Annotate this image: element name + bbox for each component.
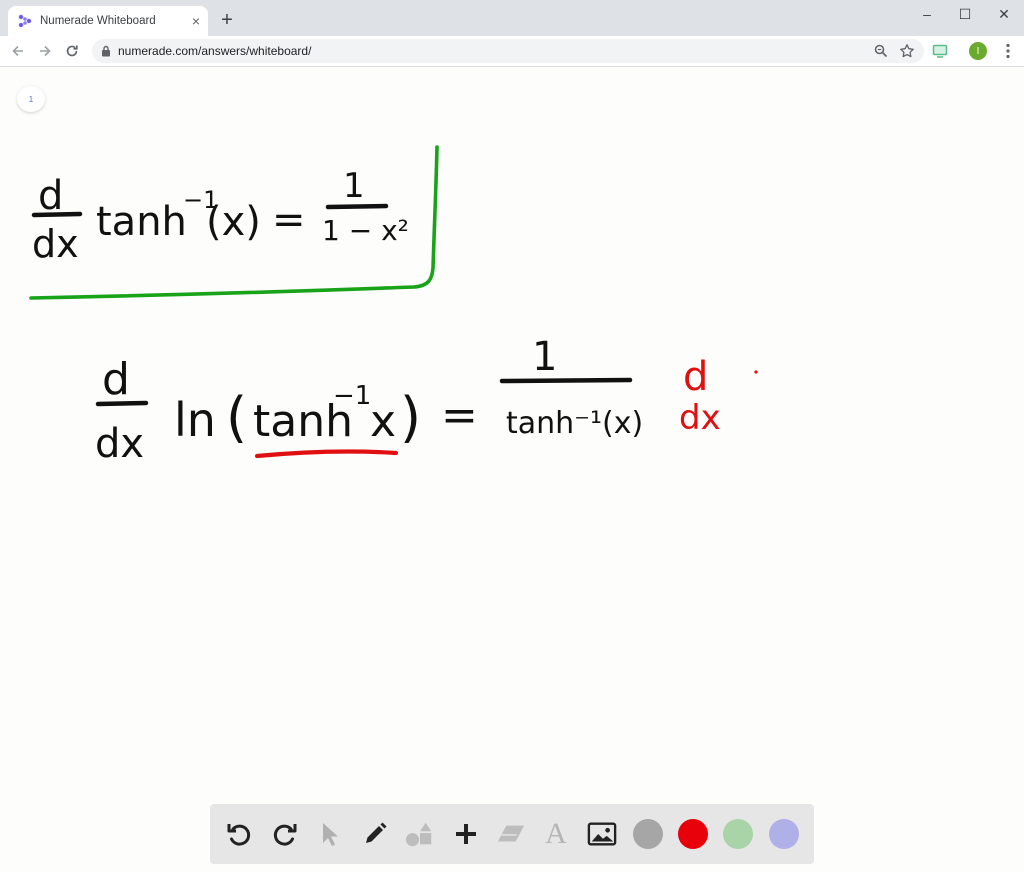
maximize-button[interactable]: ☐ <box>950 4 980 24</box>
boxed-function: tanh <box>96 199 187 245</box>
reload-button[interactable] <box>61 40 83 62</box>
shapes-tool[interactable] <box>405 819 435 849</box>
color-swatch-red[interactable] <box>678 819 708 849</box>
main-rhs-numerator: 1 <box>532 334 557 380</box>
boxed-formula: d dx tanh −1 (x) = 1 1 − x² <box>29 145 439 300</box>
minimize-button[interactable]: – <box>912 4 942 24</box>
boxed-deriv-fraction-bar <box>31 211 83 218</box>
browser-tab-bar: Numerade Whiteboard × + – ☐ ✕ <box>0 0 1024 36</box>
image-icon <box>587 822 617 846</box>
browser-menu-icon[interactable] <box>1000 42 1016 60</box>
pen-tool[interactable] <box>360 819 390 849</box>
url-text: numerade.com/answers/whiteboard/ <box>118 44 312 58</box>
eraser-icon <box>497 825 525 842</box>
numerade-favicon-icon <box>18 14 32 28</box>
browser-toolbar: numerade.com/answers/whiteboard/ I <box>0 36 1024 67</box>
close-window-button[interactable]: ✕ <box>989 4 1019 24</box>
main-ln: ln <box>174 393 216 447</box>
undo-button[interactable] <box>224 819 254 849</box>
red-deriv-numerator: d <box>683 354 708 400</box>
text-icon: A <box>545 817 567 850</box>
boxed-rhs-fraction-bar <box>325 203 389 210</box>
main-deriv-numerator: d <box>102 354 130 405</box>
color-swatch-green[interactable] <box>723 819 753 849</box>
forward-arrow-icon <box>40 45 51 57</box>
image-tool[interactable] <box>587 819 617 849</box>
red-deriv-denominator: dx <box>679 398 721 438</box>
red-pen-dot <box>754 370 758 374</box>
pointer-icon <box>323 823 338 846</box>
main-deriv-fraction-bar <box>95 400 149 407</box>
pointer-tool[interactable] <box>314 819 344 849</box>
tab-title: Numerade Whiteboard <box>40 15 156 27</box>
main-rhs-denominator: tanh⁻¹(x) <box>506 406 643 441</box>
drawing-toolbar: A <box>210 804 814 864</box>
back-arrow-icon <box>12 45 23 57</box>
reload-icon <box>66 45 78 57</box>
redo-icon <box>273 824 297 846</box>
new-tab-button[interactable]: + <box>218 10 236 30</box>
main-deriv-denominator: dx <box>95 421 144 467</box>
address-bar[interactable]: numerade.com/answers/whiteboard/ <box>92 39 924 63</box>
main-inner-exponent: −1 <box>333 381 371 411</box>
eraser-tool[interactable] <box>496 819 526 849</box>
tab-close-icon[interactable]: × <box>192 14 200 28</box>
color-swatch-lavender[interactable] <box>769 819 799 849</box>
main-rhs-fraction-bar <box>499 377 633 384</box>
redo-button[interactable] <box>270 819 300 849</box>
boxed-deriv-numerator: d <box>38 173 63 219</box>
red-underline-stroke <box>254 449 399 459</box>
shapes-icon <box>405 822 432 847</box>
add-tool[interactable] <box>451 819 481 849</box>
boxed-deriv-denominator: dx <box>32 222 79 266</box>
main-formula: d dx ln ( tanh −1 x ) = 1 tanh⁻¹(x) d dx <box>95 334 758 467</box>
pen-icon <box>366 822 387 843</box>
browser-tab[interactable]: Numerade Whiteboard × <box>8 6 208 36</box>
main-equals: = <box>441 390 478 441</box>
main-inner-argument: x <box>370 396 396 447</box>
lock-icon <box>102 45 110 57</box>
undo-icon <box>227 824 251 846</box>
boxed-argument: (x) <box>206 199 261 245</box>
zoom-icon[interactable] <box>873 43 889 59</box>
profile-avatar[interactable]: I <box>969 42 987 60</box>
boxed-equals: = <box>272 197 306 243</box>
forward-button[interactable] <box>34 40 56 62</box>
bookmark-star-icon[interactable] <box>899 43 915 59</box>
plus-icon <box>456 824 476 844</box>
boxed-rhs-numerator: 1 <box>343 166 365 206</box>
text-tool[interactable]: A <box>541 819 571 849</box>
color-swatch-gray[interactable] <box>633 819 663 849</box>
back-button[interactable] <box>7 40 29 62</box>
extension-icon[interactable] <box>932 43 948 59</box>
boxed-rhs-denominator: 1 − x² <box>322 214 409 247</box>
main-right-paren: ) <box>400 386 421 449</box>
whiteboard-canvas[interactable]: d dx tanh −1 (x) = 1 1 − x² d dx ln ( ta… <box>0 67 1024 872</box>
main-left-paren: ( <box>226 386 247 449</box>
